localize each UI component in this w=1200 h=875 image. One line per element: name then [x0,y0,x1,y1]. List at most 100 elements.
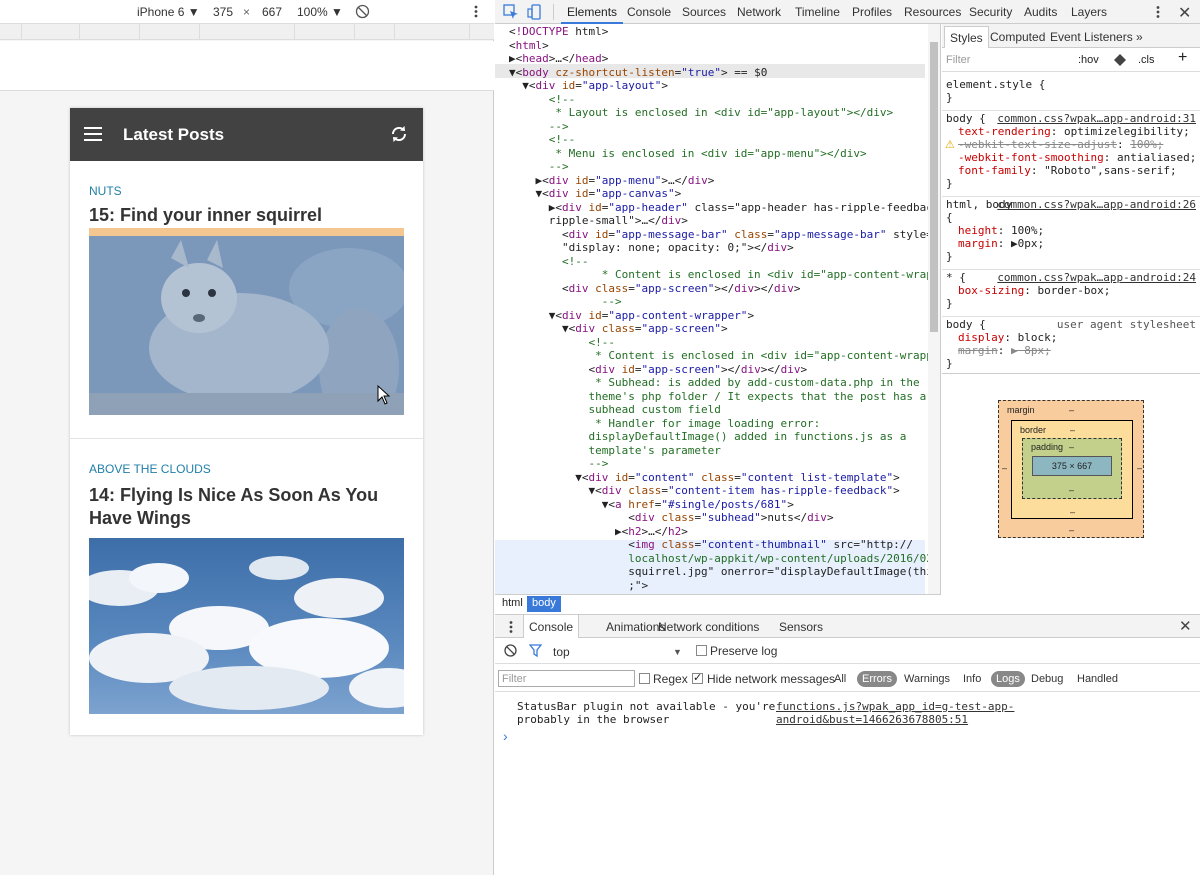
css-property[interactable]: text-rendering: optimizelegibility; [958,125,1190,138]
tab-timeline[interactable]: Timeline [795,5,840,19]
dom-tree-line[interactable]: ▼<div class="content-item has-ripple-fee… [509,484,899,497]
dom-tree-line[interactable]: template's parameter [509,444,720,457]
box-model-content[interactable]: 375 × 667 [1032,456,1112,476]
dom-tree-line[interactable]: <!-- [509,133,576,146]
inspect-element-icon[interactable] [503,4,519,20]
dom-tree-line[interactable]: theme's php folder / It expects that the… [509,390,926,403]
color-format-icon[interactable] [1114,54,1126,66]
border-top-value[interactable]: – [1070,425,1075,435]
close-drawer-icon[interactable]: ✕ [1179,617,1192,635]
rule-selector[interactable]: * { [946,271,966,284]
dom-tree-line[interactable]: * Content is enclosed in <div id="app-co… [509,349,940,362]
drawer-tab-sensors[interactable]: Sensors [779,620,823,634]
level-logs[interactable]: Logs [991,671,1025,687]
dom-tree-line[interactable]: ▼<body cz-shortcut-listen="true"> == $0 [509,66,767,79]
css-property[interactable]: height: 100%; [958,224,1044,237]
device-select[interactable]: iPhone 6 ▼ [137,5,200,19]
css-property[interactable]: box-sizing: border-box; [958,284,1110,297]
drawer-menu-icon[interactable] [509,620,513,634]
dom-tree-line[interactable]: ▶<div id="app-header" class="app-header … [509,201,940,214]
dom-tree-line[interactable]: <!-- [509,93,576,106]
css-property[interactable]: margin: ▶ 8px; [958,344,1051,357]
dom-tree-line[interactable]: ▼<div id="content" class="content list-t… [509,471,900,484]
dom-tree-line[interactable]: <div class="subhead">nuts</div> [509,511,833,524]
css-property[interactable]: margin: ▶0px; [958,237,1044,250]
tab-console[interactable]: Console [627,5,671,19]
dom-tree-line[interactable]: --> [509,160,569,173]
dom-tree-line[interactable]: * Subhead: is added by add-custom-data.p… [509,376,920,389]
style-source-link[interactable]: common.css?wpak…app-android:24 [997,271,1196,284]
margin-right-value[interactable]: – [1137,463,1142,473]
dom-tree-line[interactable]: <html> [509,39,549,52]
more-options-icon[interactable] [474,4,478,19]
add-rule-icon[interactable]: + [1178,50,1187,66]
tab-elements[interactable]: Elements [567,5,617,19]
dom-tree-line[interactable]: --> [509,295,622,308]
tab-sources[interactable]: Sources [682,5,726,19]
dom-tree-line[interactable]: <!DOCTYPE html> [509,25,608,38]
dom-tree-line[interactable]: ▶<div id="app-menu">…</div> [509,174,714,187]
clouds-thumbnail[interactable] [89,538,404,714]
rule-selector[interactable]: body { [946,112,986,125]
dom-tree-line[interactable]: --> [509,120,569,133]
refresh-icon[interactable] [388,124,410,146]
margin-bottom-value[interactable]: – [1069,525,1074,535]
console-filter-input[interactable]: Filter [498,670,635,687]
drawer-tab-console[interactable]: Console [523,615,580,638]
dom-tree-line[interactable]: <div id="app-message-bar" class="app-mes… [509,228,933,241]
padding-top-value[interactable]: – [1069,442,1074,452]
dom-tree-line[interactable]: localhost/wp-appkit/wp-content/uploads/2… [509,552,939,565]
dom-tree-line[interactable]: * Menu is enclosed in <div id="app-menu"… [509,147,866,160]
dom-tree-line[interactable]: squirrel.jpg" onerror="displayDefaultIma… [509,565,940,578]
dom-tree-line[interactable]: * Content is enclosed in <div id="app-co… [509,268,940,281]
close-devtools-icon[interactable]: ✕ [1178,3,1191,23]
console-prompt[interactable]: › [503,728,508,744]
preserve-log-checkbox[interactable] [696,645,707,656]
devtools-menu-icon[interactable] [1156,5,1160,19]
squirrel-thumbnail[interactable] [89,228,404,415]
clear-console-icon[interactable] [504,644,517,657]
tab-layers[interactable]: Layers [1071,5,1107,19]
dom-tree-line[interactable]: <div class="app-screen"></div></div> [509,282,801,295]
dom-tree-line[interactable]: * Layout is enclosed in <div id="app-lay… [509,106,893,119]
regex-checkbox[interactable] [639,673,650,684]
device-toolbar-icon[interactable] [527,4,543,20]
element-style-selector[interactable]: element.style { [946,78,1045,91]
tab-event-listeners[interactable]: Event Listeners [1050,30,1133,44]
tab-computed[interactable]: Computed [990,30,1045,44]
css-property[interactable]: -webkit-text-size-adjust: 100%; [958,138,1163,151]
dom-tree-line[interactable]: <!-- [509,255,589,268]
drawer-tab-network-conditions[interactable]: Network conditions [658,620,759,634]
breadcrumb-body[interactable]: body [527,596,561,612]
dom-tree-line[interactable]: ▼<div id="app-canvas"> [509,187,681,200]
breadcrumb-html[interactable]: html [497,597,528,609]
tab-styles[interactable]: Styles [944,26,989,48]
styles-filter-input[interactable]: Filter [946,54,970,67]
padding-bottom-value[interactable]: – [1069,485,1074,495]
margin-left-value[interactable]: – [1002,463,1007,473]
device-width-input[interactable]: 375 [213,5,233,19]
dom-tree-line[interactable]: ▼<a href="#single/posts/681"> [509,498,794,511]
dom-tree-line[interactable]: <img class="content-thumbnail" src="http… [509,538,913,551]
device-height-input[interactable]: 667 [262,5,282,19]
menu-icon[interactable] [84,127,102,141]
rule-selector[interactable]: body { [946,318,986,331]
context-select[interactable]: top [553,645,570,659]
dom-tree-line[interactable]: ;"> [509,579,648,592]
dom-tree-line[interactable]: * Handler for image loading error: [509,417,820,430]
drawer-tab-animations[interactable]: Animations [606,620,665,634]
cls-toggle[interactable]: .cls [1138,54,1155,67]
dom-tree-line[interactable]: "display: none; opacity: 0;"></div> [509,241,794,254]
margin-top-value[interactable]: – [1069,405,1074,415]
dom-tree-line[interactable]: ▼<div id="app-layout"> [509,79,668,92]
tab-audits[interactable]: Audits [1024,5,1057,19]
level-info[interactable]: Info [958,671,986,687]
context-dropdown-icon[interactable]: ▼ [673,647,682,657]
filter-icon[interactable] [528,644,543,658]
dom-tree-line[interactable]: subhead custom field [509,403,720,416]
dom-tree-line[interactable]: <div id="app-screen"></div></div> [509,363,807,376]
hide-network-checkbox[interactable] [692,671,703,684]
tab-security[interactable]: Security [969,5,1012,19]
style-source-link[interactable]: common.css?wpak…app-android:31 [997,112,1196,125]
style-source-link[interactable]: common.css?wpak…app-android:26 [997,198,1196,211]
